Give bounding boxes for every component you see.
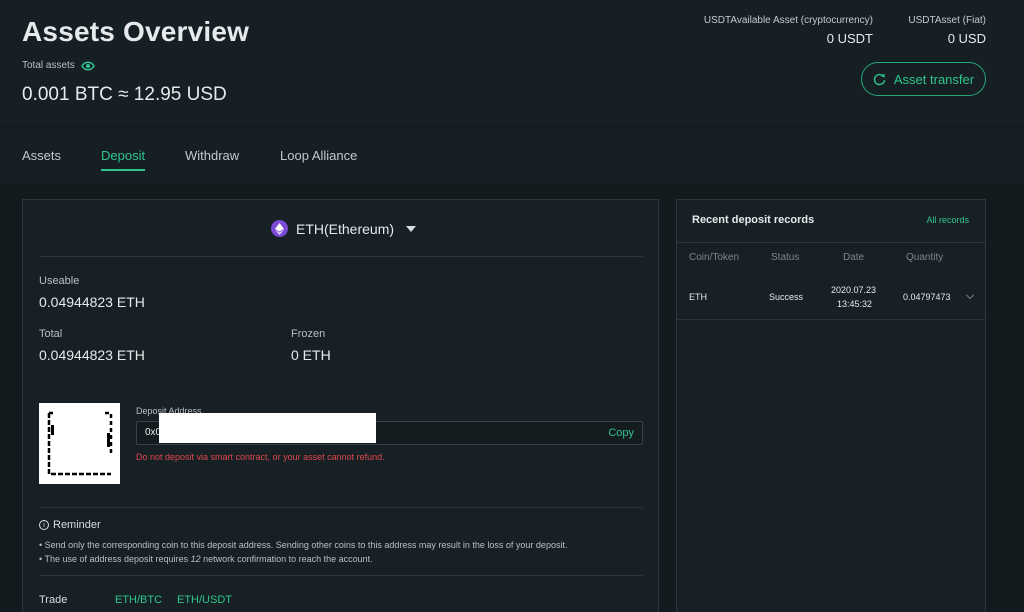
tab-assets[interactable]: Assets [22, 148, 61, 163]
tab-withdraw[interactable]: Withdraw [185, 148, 239, 163]
address-redaction [159, 413, 376, 443]
row-date: 2020.07.23 [831, 285, 877, 295]
divider [39, 507, 643, 508]
deposit-records-panel: Recent deposit records All records Coin/… [676, 199, 986, 612]
reminder-text: network confirmation to reach the accoun… [200, 554, 373, 564]
chevron-down-icon [406, 225, 417, 232]
crypto-asset-label: USDTAvailable Asset (cryptocurrency) [703, 15, 873, 26]
table-row[interactable]: ETH Success 2020.07.23 13:45:32 0.047974… [677, 276, 985, 320]
crypto-asset-value: 0 USDT [826, 31, 873, 46]
chevron-down-icon[interactable] [965, 290, 975, 300]
col-status: Status [771, 252, 800, 263]
total-assets-label: Total assets [22, 60, 95, 71]
reminder-text: • The use of address deposit requires [39, 554, 191, 564]
row-quantity: 0.04797473 [903, 292, 951, 302]
confirmation-count: 12 [190, 554, 201, 564]
tab-bar: Assets Deposit Withdraw Loop Alliance [0, 128, 1024, 184]
reminder-line-2: • The use of address deposit requires 12… [39, 554, 373, 564]
divider [677, 242, 985, 243]
total-assets-value: 0.001 BTC ≈ 12.95 USD [22, 84, 227, 105]
divider [39, 575, 643, 576]
trade-label: Trade [39, 594, 68, 606]
info-icon: i [39, 520, 49, 530]
total-label: Total [39, 328, 63, 340]
coin-name: ETH(Ethereum) [296, 221, 394, 237]
deposit-warning: Do not deposit via smart contract, or yo… [136, 452, 385, 462]
useable-label: Useable [39, 275, 80, 287]
trade-link-eth-btc[interactable]: ETH/BTC [115, 594, 162, 606]
page-title: Assets Overview [22, 16, 250, 47]
reminder-heading: i Reminder [39, 519, 101, 531]
col-date: Date [843, 252, 865, 263]
reminder-line-1: • Send only the corresponding coin to th… [39, 540, 568, 550]
row-status: Success [769, 292, 804, 302]
trade-link-eth-usdt[interactable]: ETH/USDT [177, 594, 232, 606]
reminder-title: Reminder [53, 519, 101, 531]
total-balance: Total 0.04944823 ETH [39, 328, 145, 363]
asset-transfer-label: Asset transfer [893, 71, 975, 87]
fiat-asset-value: 0 USD [947, 31, 986, 46]
deposit-address-field: 0x0 Copy [136, 413, 643, 445]
asset-transfer-button[interactable]: Asset transfer [861, 62, 986, 96]
deposit-qr-code [39, 403, 120, 484]
copy-address-button[interactable]: Copy [608, 427, 634, 439]
header: Assets Overview Total assets 0.001 BTC ≈… [0, 0, 1024, 125]
ethereum-icon [271, 220, 288, 237]
frozen-label: Frozen [291, 328, 326, 340]
row-time: 13:45:32 [837, 299, 873, 309]
coin-selector[interactable]: ETH(Ethereum) [271, 220, 417, 237]
tab-deposit[interactable]: Deposit [101, 148, 146, 171]
useable-value: 0.04944823 ETH [39, 294, 145, 310]
coin-full-name: (Ethereum) [324, 220, 395, 237]
crypto-asset-stat: USDTAvailable Asset (cryptocurrency) 0 U… [700, 15, 873, 46]
useable-balance: Useable 0.04944823 ETH [39, 275, 145, 310]
eye-icon[interactable] [80, 61, 95, 71]
divider [39, 256, 643, 257]
tab-loop-alliance[interactable]: Loop Alliance [280, 148, 357, 163]
fiat-asset-label: USDTAsset (Fiat) [908, 15, 986, 26]
col-quantity: Quantity [906, 252, 944, 263]
coin-symbol: ETH [296, 220, 324, 237]
records-title: Recent deposit records [692, 214, 815, 226]
all-records-link[interactable]: All records [926, 215, 969, 225]
frozen-balance: Frozen 0 ETH [291, 328, 331, 363]
fiat-asset-stat: USDTAsset (Fiat) 0 USD [890, 15, 986, 46]
col-coin-token: Coin/Token [689, 252, 740, 263]
total-assets-text: Total assets [22, 60, 75, 71]
total-value: 0.04944823 ETH [39, 347, 145, 363]
refresh-icon [873, 73, 886, 85]
frozen-value: 0 ETH [291, 347, 331, 363]
deposit-panel: ETH(Ethereum) Useable 0.04944823 ETH Tot… [22, 199, 659, 612]
row-coin: ETH [689, 292, 707, 302]
